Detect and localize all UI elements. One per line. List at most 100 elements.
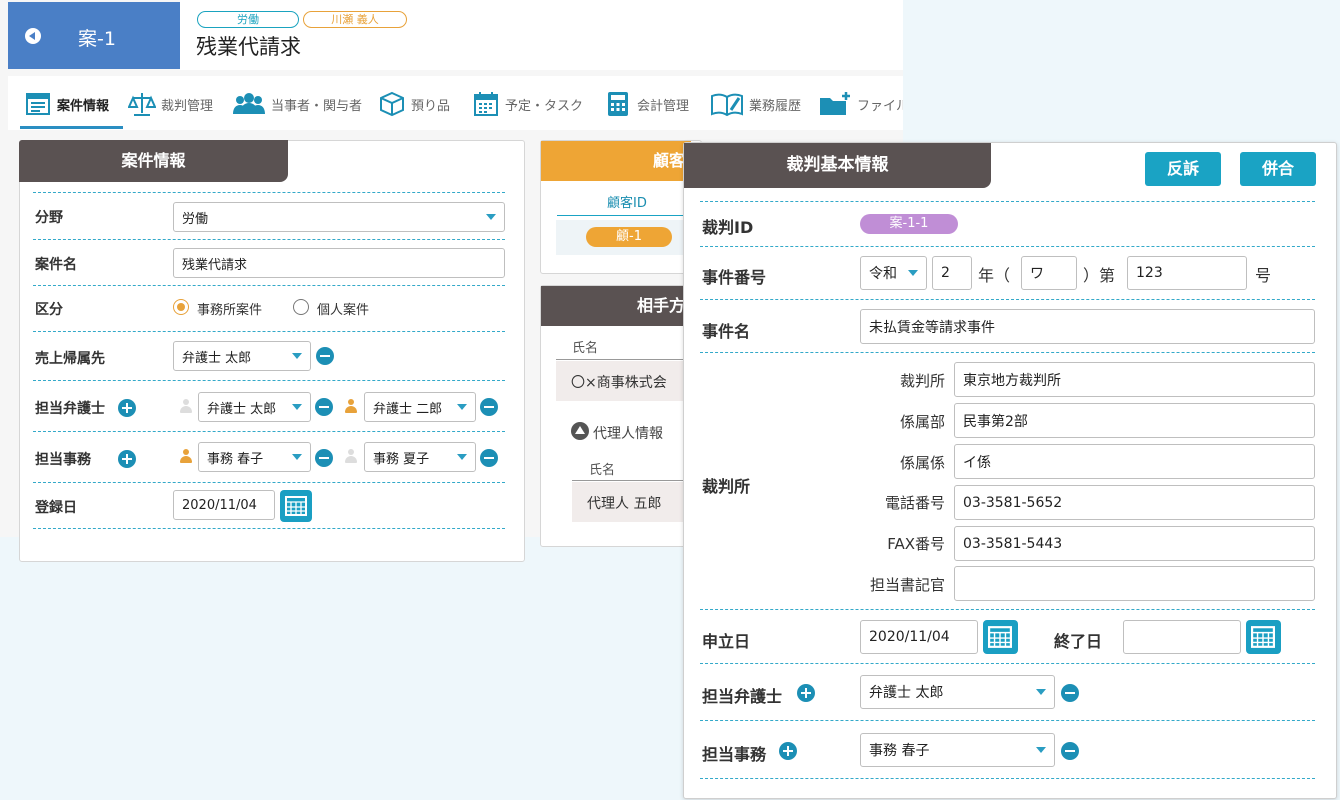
folder-plus-icon [820,92,850,115]
case-number-input[interactable]: 123 [1127,256,1247,290]
trial-case-name-input[interactable]: 未払賃金等請求事件 [860,309,1315,344]
divider [700,663,1315,664]
trial-lawyer-label: 担当弁護士 [702,687,783,706]
era-value: 令和 [869,266,897,282]
tab-parties[interactable]: 当事者・関与者 [232,88,362,120]
box-icon [380,91,404,117]
division-value: 民事第2部 [963,413,1028,430]
tab-files[interactable]: ファイル [818,88,903,120]
agent-name: 代理人 五郎 [587,496,662,512]
client-heading: 顧客 [541,141,691,181]
court-input[interactable]: 東京地方裁判所 [954,362,1315,397]
court-value: 東京地方裁判所 [963,372,1061,389]
trial-lawyer-select[interactable]: 弁護士 太郎 [860,675,1055,709]
collapse-icon[interactable] [571,422,589,440]
opponent-heading-text: 相手方 [636,296,685,315]
divider [33,239,505,240]
divider [700,778,1315,779]
tab-history[interactable]: 業務履歴 [710,88,801,120]
division-input[interactable]: 民事第2部 [954,403,1315,438]
case-name-label: 案件名 [35,257,77,273]
trial-case-name-value: 未払賃金等請求事件 [869,319,995,336]
primary-person-icon[interactable] [179,449,193,465]
add-trial-lawyer-button[interactable] [797,684,815,702]
year-input[interactable]: 2 [932,256,972,290]
agent-name-header: 氏名 [589,463,616,478]
remove-lawyer-button[interactable] [480,398,498,416]
case-name-label: 事件名 [702,322,751,341]
client-id-badge[interactable]: 顧-1 [586,227,672,247]
tab-deposits[interactable]: 預り品 [378,88,450,120]
remove-lawyer-button[interactable] [315,398,333,416]
staff-select-2[interactable]: 事務 夏子 [364,442,476,472]
trial-heading: 裁判基本情報 [684,143,991,188]
category-radio-office[interactable] [173,299,189,315]
add-lawyer-button[interactable] [118,399,136,417]
remove-staff-button[interactable] [480,449,498,467]
tab-label: 裁判管理 [161,98,214,114]
tab-schedule[interactable]: 予定・タスク [472,88,583,120]
remove-sales-button[interactable] [316,347,334,365]
case-name-input[interactable]: 残業代請求 [173,248,505,278]
back-arrow-icon[interactable] [25,28,41,44]
tab-trial[interactable]: 裁判管理 [128,88,213,120]
dropdown-caret-icon [292,454,302,460]
lawyer-select-2[interactable]: 弁護士 二郎 [364,392,476,422]
remove-trial-staff-button[interactable] [1061,742,1079,760]
divider [700,352,1315,353]
section-value: イ係 [963,454,991,471]
calendar-picker-button[interactable] [280,490,312,522]
symbol-input[interactable]: ワ [1021,256,1077,290]
number-suffix: 号 [1255,266,1272,285]
remove-trial-lawyer-button[interactable] [1061,684,1079,702]
case-id: 案-1 [78,28,116,50]
filing-date-calendar-button[interactable] [983,620,1018,654]
lawyer-select-1[interactable]: 弁護士 太郎 [198,392,311,422]
case-number-value: 123 [1136,265,1163,281]
end-date-input[interactable] [1123,620,1241,654]
case-title: 残業代請求 [196,35,301,59]
phone-input[interactable]: 03-3581-5652 [954,485,1315,520]
case-number-label: 事件番号 [702,268,767,287]
reg-date-input[interactable]: 2020/11/04 [173,490,275,520]
trial-staff-select[interactable]: 事務 春子 [860,733,1055,767]
fax-input[interactable]: 03-3581-5443 [954,526,1315,561]
sales-select[interactable]: 弁護士 太郎 [173,341,311,371]
tab-case-info[interactable]: 案件情報 [24,88,109,120]
counter-suit-button[interactable]: 反訴 [1145,152,1221,186]
add-trial-staff-button[interactable] [779,742,797,760]
staff-value: 事務 春子 [207,451,264,467]
clerk-input[interactable] [954,566,1315,601]
divider [33,482,505,483]
tab-accounting[interactable]: 会計管理 [604,88,689,120]
dropdown-caret-icon [292,353,302,359]
section-input[interactable]: イ係 [954,444,1315,479]
dropdown-caret-icon [292,404,302,410]
divider [33,380,505,381]
divider [700,246,1315,247]
division-label: 係属部 [899,413,945,431]
tab-label: 預り品 [411,98,451,114]
divider [557,215,697,216]
opponent-name: 〇×商事株式会 [571,375,667,391]
field-label: 分野 [35,210,63,226]
agent-info-toggle[interactable]: 代理人情報 [593,423,663,443]
category-option-office: 事務所案件 [197,303,263,318]
merge-button[interactable]: 併合 [1240,152,1316,186]
field-select[interactable]: 労働 [173,202,505,232]
remove-staff-button[interactable] [315,449,333,467]
field-value: 労働 [182,211,209,227]
case-id-header: 案-1 [8,2,180,69]
primary-person-icon[interactable] [344,399,358,415]
end-date-calendar-button[interactable] [1246,620,1281,654]
trial-lawyer-value: 弁護士 太郎 [869,685,944,701]
divider [33,192,505,193]
reg-date-value: 2020/11/04 [182,497,257,513]
filing-date-input[interactable]: 2020/11/04 [860,620,978,654]
staff-select-1[interactable]: 事務 春子 [198,442,311,472]
field-tag: 労働 [197,11,299,28]
add-staff-button[interactable] [118,450,136,468]
category-radio-personal[interactable] [293,299,309,315]
dropdown-caret-icon [1036,747,1046,753]
era-select[interactable]: 令和 [860,256,927,290]
